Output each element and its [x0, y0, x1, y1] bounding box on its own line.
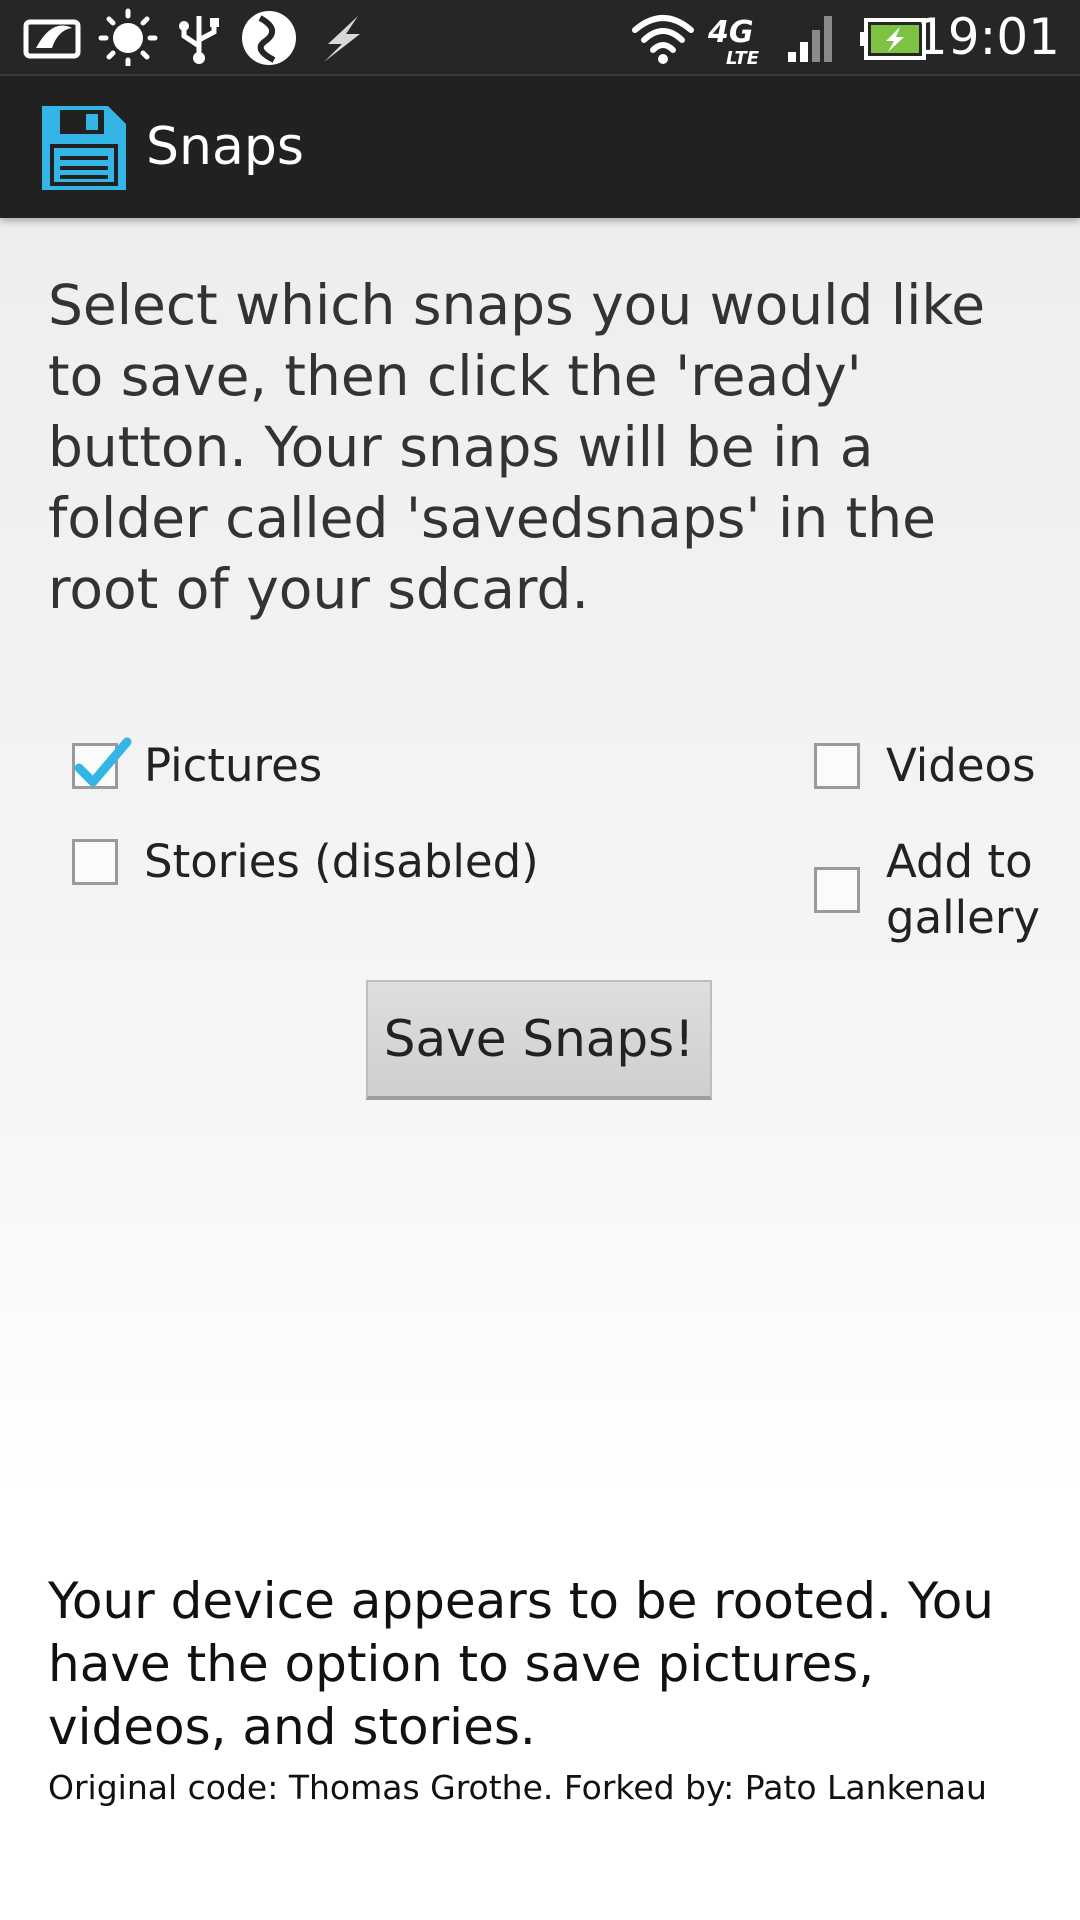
videos-label: Videos — [886, 739, 1036, 792]
usb-icon — [179, 16, 219, 64]
credits-text: Original code: Thomas Grothe. Forked by:… — [48, 1768, 987, 1807]
gallery-label-line1: Add to — [886, 835, 1033, 888]
videos-checkbox-row[interactable]: Videos — [814, 738, 1036, 794]
save-snaps-button[interactable]: Save Snaps! — [366, 980, 712, 1100]
stories-label: Stories (disabled) — [144, 835, 539, 888]
gallery-label-line2: gallery — [886, 891, 1040, 944]
lte-4g-icon: 4G LTE — [707, 15, 760, 66]
action-bar: Snaps — [0, 74, 1080, 218]
pictures-checkbox-row[interactable]: Pictures — [72, 737, 323, 794]
svg-text:LTE: LTE — [726, 48, 760, 66]
svg-text:4G: 4G — [707, 15, 754, 50]
signal-icon — [788, 16, 832, 62]
pictures-checkbox[interactable] — [72, 737, 132, 789]
screen-saver-icon — [23, 19, 81, 59]
status-time: 19:01 — [915, 8, 1060, 66]
gallery-label: Add to gallery — [886, 834, 1040, 946]
gallery-checkbox[interactable] — [814, 867, 860, 913]
stories-checkbox[interactable] — [72, 839, 118, 885]
videos-checkbox[interactable] — [814, 743, 860, 789]
rooted-message: Your device appears to be rooted. You ha… — [48, 1572, 994, 1756]
pictures-label: Pictures — [144, 739, 323, 792]
floppy-disk-icon[interactable] — [42, 106, 126, 190]
wifi-icon — [632, 15, 694, 64]
swiftkey-icon — [242, 11, 296, 65]
status-bar: 4G LTE 19:01 — [0, 0, 1080, 74]
flash-icon — [324, 16, 360, 62]
app-title: Snaps — [146, 117, 304, 177]
brightness-icon — [98, 8, 158, 66]
checkmark-icon — [74, 737, 132, 787]
gallery-checkbox-row[interactable]: Add to gallery — [814, 834, 1040, 946]
intro-text: Select which snaps you would like to sav… — [48, 273, 986, 621]
stories-checkbox-row[interactable]: Stories (disabled) — [72, 834, 539, 890]
